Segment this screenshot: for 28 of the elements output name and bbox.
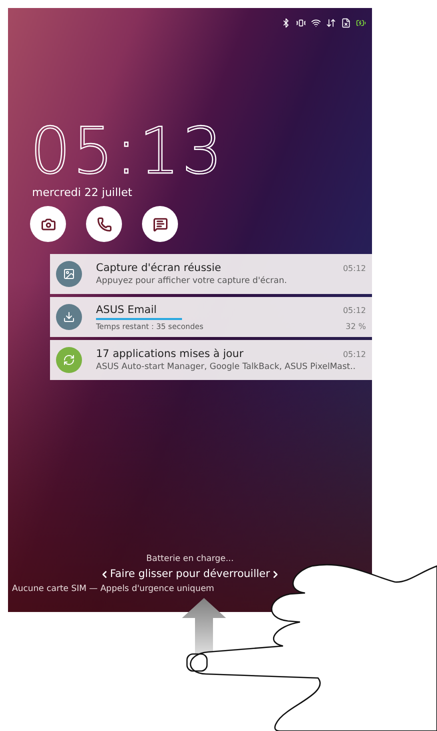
data-icon [326, 18, 336, 28]
wifi-icon [311, 18, 321, 28]
notification-title: 17 applications mises à jour [96, 348, 244, 360]
phone-shortcut-button[interactable] [86, 206, 122, 242]
date-label: mercredi 22 juillet [32, 186, 132, 199]
notification-time: 05:12 [342, 264, 366, 273]
notification-card[interactable]: 17 applications mises à jour 05:12 ASUS Auto-start Manager, Google TalkBack, ASUS PixelMast.. [50, 340, 372, 380]
camera-shortcut-button[interactable] [30, 206, 66, 242]
emergency-calls-text: Aucune carte SIM — Appels d'urgence uniquem [12, 584, 214, 594]
notification-text: ASUS Auto-start Manager, Google TalkBack, ASUS PixelMast.. [96, 362, 357, 372]
camera-icon [40, 216, 56, 232]
message-icon [152, 216, 168, 232]
vibrate-icon [296, 18, 306, 28]
bluetooth-icon [281, 18, 291, 28]
clock-time: 05:13 [30, 120, 224, 184]
phone-icon [96, 216, 112, 232]
no-sim-icon [341, 18, 351, 28]
notification-time: 05:12 [342, 350, 366, 359]
notification-text: Appuyez pour afficher votre capture d'écran. [96, 276, 288, 286]
progress-percent: 32 % [346, 322, 366, 330]
notification-title: ASUS Email [96, 304, 157, 316]
notification-card[interactable]: Capture d'écran réussie 05:12 Appuyez pour afficher votre capture d'écran. [50, 254, 372, 294]
notification-time: 05:12 [342, 306, 366, 314]
battery-charging-icon [356, 18, 366, 28]
unlock-hint: Faire glisser pour déverrouiller [110, 568, 270, 580]
notification-title: Capture d'écran réussie [96, 262, 222, 274]
charging-status: Batterie en charge... [146, 554, 234, 564]
message-shortcut-button[interactable] [142, 206, 178, 242]
